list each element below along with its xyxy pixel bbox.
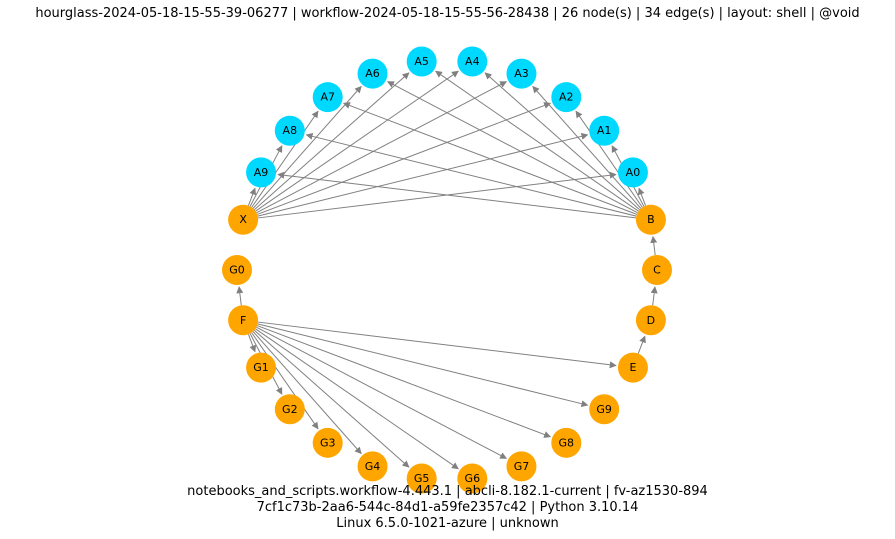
node-A5: A5 [407, 47, 437, 77]
footer-line-1: notebooks_and_scripts.workflow-4.443.1 |… [0, 484, 895, 499]
svg-text:G7: G7 [514, 460, 530, 473]
node-A8: A8 [275, 116, 305, 146]
node-G7: G7 [506, 451, 536, 481]
node-A0: A0 [618, 157, 648, 187]
node-F: F [228, 305, 258, 335]
svg-text:B: B [647, 213, 655, 226]
node-G1: G1 [246, 353, 276, 383]
node-E: E [618, 353, 648, 383]
node-G8: G8 [551, 428, 581, 458]
node-A3: A3 [506, 59, 536, 89]
edge-X-A0 [258, 174, 616, 217]
edge-C-B [653, 237, 655, 255]
svg-text:G8: G8 [559, 436, 575, 449]
node-D: D [636, 305, 666, 335]
edge-F-G7 [256, 327, 506, 458]
svg-text:F: F [240, 314, 246, 327]
svg-text:A0: A0 [626, 166, 641, 179]
nodes-layer: A4A3A2A1A0BCDEG9G8G7G6G5G4G3G2G1FG0XA9A8… [222, 47, 672, 494]
node-A2: A2 [551, 82, 581, 112]
svg-text:E: E [629, 361, 636, 374]
edge-F-E [258, 322, 616, 365]
edge-B-A6 [388, 82, 638, 213]
edge-F-G0 [239, 287, 241, 305]
svg-text:A5: A5 [414, 55, 429, 68]
edge-B-A3 [533, 86, 641, 208]
svg-text:A2: A2 [559, 91, 574, 104]
edge-D-C [653, 287, 655, 305]
graph-svg: A4A3A2A1A0BCDEG9G8G7G6G5G4G3G2G1FG0XA9A8… [0, 0, 895, 539]
svg-text:A6: A6 [365, 67, 380, 80]
edge-B-A9 [278, 174, 636, 217]
svg-text:A7: A7 [320, 91, 335, 104]
svg-text:G0: G0 [229, 264, 245, 277]
node-B: B [636, 205, 666, 235]
edge-F-G8 [257, 326, 550, 437]
svg-text:G2: G2 [282, 403, 298, 416]
svg-text:G9: G9 [596, 403, 612, 416]
node-A4: A4 [457, 47, 487, 77]
edge-X-A3 [256, 82, 506, 213]
edge-F-G4 [253, 331, 361, 453]
svg-text:A3: A3 [514, 67, 529, 80]
node-G4: G4 [358, 451, 388, 481]
svg-text:C: C [653, 264, 661, 277]
svg-text:A1: A1 [597, 124, 612, 137]
node-A9: A9 [246, 157, 276, 187]
node-A7: A7 [313, 82, 343, 112]
footer-line-3: Linux 6.5.0-1021-azure | unknown [0, 516, 895, 531]
node-G0: G0 [222, 255, 252, 285]
node-C: C [642, 255, 672, 285]
svg-text:A8: A8 [283, 124, 298, 137]
node-G2: G2 [275, 394, 305, 424]
diagram-stage: hourglass-2024-05-18-15-55-39-06277 | wo… [0, 0, 895, 539]
node-A6: A6 [358, 59, 388, 89]
svg-text:A9: A9 [254, 166, 269, 179]
node-X: X [228, 205, 258, 235]
svg-text:D: D [647, 314, 655, 327]
svg-text:G3: G3 [320, 436, 336, 449]
svg-text:A4: A4 [465, 55, 480, 68]
edge-X-A2 [257, 103, 550, 214]
edge-X-A6 [253, 86, 361, 208]
svg-text:G4: G4 [365, 460, 381, 473]
edge-E-D [638, 336, 645, 353]
node-G9: G9 [589, 394, 619, 424]
node-A1: A1 [589, 116, 619, 146]
svg-text:G1: G1 [253, 361, 269, 374]
node-G3: G3 [313, 428, 343, 458]
footer-line-2: 7cf1c73b-2aa6-544c-84d1-a59fe2357c42 | P… [0, 500, 895, 515]
svg-text:X: X [239, 213, 247, 226]
